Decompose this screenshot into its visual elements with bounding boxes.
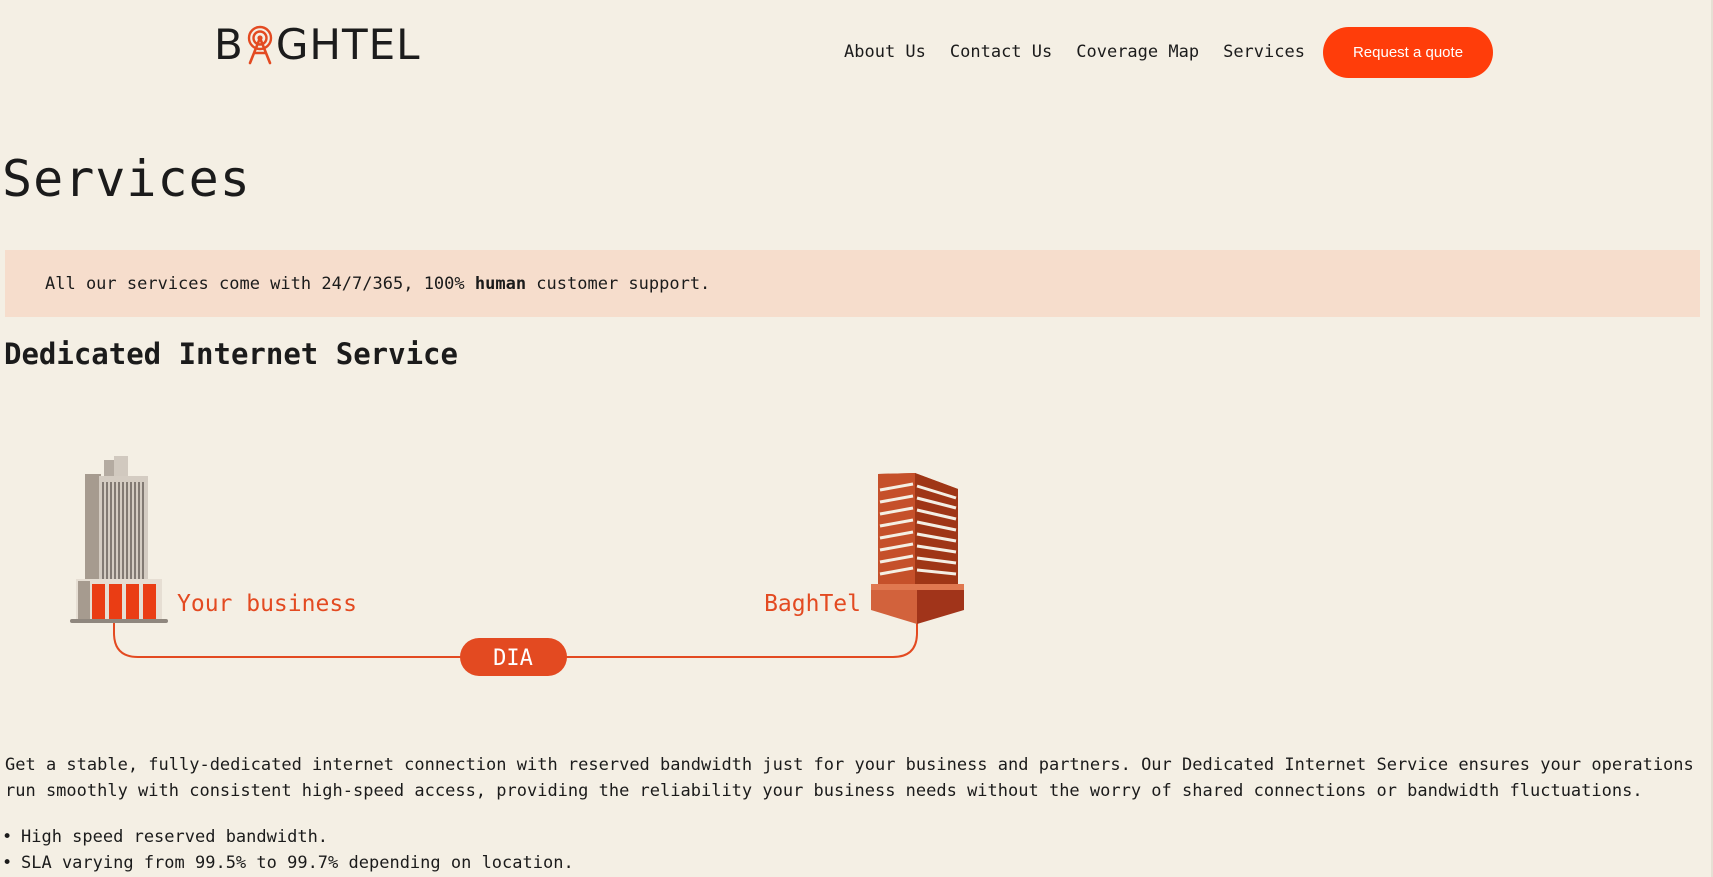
dia-label: DIA	[493, 646, 533, 671]
request-quote-button[interactable]: Request a quote	[1323, 27, 1493, 78]
feature-list: High speed reserved bandwidth. SLA varyi…	[0, 824, 574, 876]
antenna-tower-icon	[247, 25, 273, 65]
banner-text-end: customer support.	[526, 274, 711, 294]
dia-diagram: Your business BaghTel DIA	[70, 456, 964, 676]
feature-item: High speed reserved bandwidth.	[0, 824, 574, 850]
logo-text-end: GHTEL	[275, 20, 421, 69]
banner-text-bold: human	[474, 274, 527, 294]
nav-coverage-map[interactable]: Coverage Map	[1076, 40, 1199, 64]
datacenter-building-icon	[871, 473, 964, 624]
page-title: Services	[2, 150, 251, 208]
feature-item: SLA varying from 99.5% to 99.7% dependin…	[0, 850, 574, 876]
banner-text-start: All our services come with 24/7/365, 100…	[45, 274, 475, 294]
support-banner: All our services come with 24/7/365, 100…	[5, 250, 1700, 317]
your-business-label: Your business	[177, 591, 357, 617]
site-header: B GHTEL About Us Contact Us Coverage Map…	[0, 0, 1713, 100]
nav-services[interactable]: Services	[1223, 40, 1305, 64]
nav-contact-us[interactable]: Contact Us	[950, 40, 1052, 64]
support-banner-text: All our services come with 24/7/365, 100…	[45, 272, 710, 296]
main-nav: About Us Contact Us Coverage Map Service…	[844, 40, 1329, 64]
baghtel-label: BaghTel	[764, 591, 861, 617]
section-title: Dedicated Internet Service	[4, 337, 458, 371]
logo[interactable]: B GHTEL	[214, 22, 421, 68]
service-description: Get a stable, fully-dedicated internet c…	[5, 755, 1694, 801]
nav-about-us[interactable]: About Us	[844, 40, 926, 64]
office-building-icon	[70, 456, 168, 623]
logo-text-start: B	[214, 20, 244, 69]
